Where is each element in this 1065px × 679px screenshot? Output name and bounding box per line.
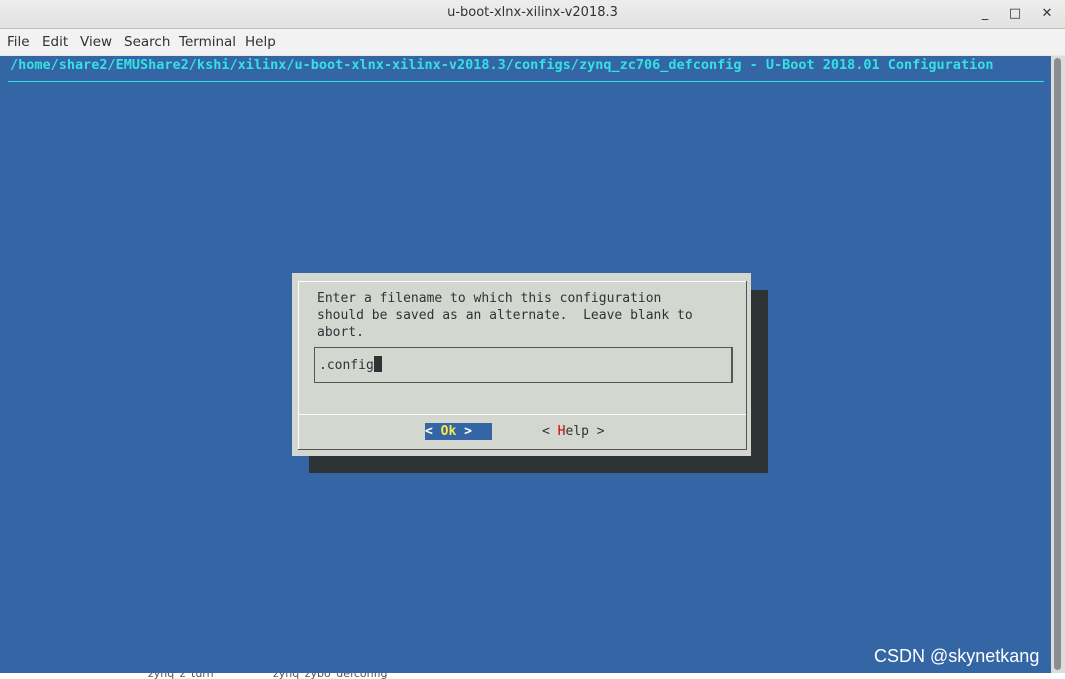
help-open: < bbox=[542, 424, 558, 439]
help-rest: elp bbox=[565, 424, 589, 439]
menu-terminal[interactable]: Terminal bbox=[179, 34, 236, 50]
dialog-frame-top bbox=[298, 281, 746, 282]
minimize-button[interactable]: _ bbox=[974, 4, 996, 24]
menu-edit[interactable]: Edit bbox=[42, 34, 68, 50]
menu-help[interactable]: Help bbox=[245, 34, 276, 50]
terminal-console[interactable]: /home/share2/EMUShare2/kshi/xilinx/u-boo… bbox=[0, 56, 1051, 673]
save-dialog: Enter a filename to which this configura… bbox=[292, 273, 751, 456]
menu-search[interactable]: Search bbox=[124, 34, 170, 50]
bottom-strip: zynq_z_turn zynq_zybo_defconfig bbox=[0, 673, 1065, 679]
menu-file[interactable]: File bbox=[7, 34, 30, 50]
window-titlebar: u-boot-xlnx-xilinx-v2018.3 _ □ ✕ bbox=[0, 0, 1065, 29]
menu-view[interactable]: View bbox=[80, 34, 112, 50]
filename-value: .config bbox=[319, 358, 374, 373]
ok-open: < bbox=[425, 424, 441, 439]
ok-label: Ok bbox=[440, 424, 457, 439]
dialog-frame-right bbox=[746, 281, 747, 449]
maximize-button[interactable]: □ bbox=[1004, 4, 1026, 24]
help-close: > bbox=[588, 424, 605, 439]
help-button[interactable]: < Help > bbox=[542, 423, 605, 440]
scrollbar-thumb[interactable] bbox=[1054, 58, 1061, 670]
filename-input[interactable]: .config bbox=[314, 347, 733, 383]
window-title: u-boot-xlnx-xilinx-v2018.3 bbox=[447, 5, 618, 20]
ok-button[interactable]: < Ok > bbox=[425, 423, 492, 440]
watermark: CSDN @skynetkang bbox=[874, 646, 1040, 666]
text-cursor bbox=[373, 356, 382, 372]
close-button[interactable]: ✕ bbox=[1036, 4, 1058, 24]
ok-close: > bbox=[456, 424, 472, 439]
menu-bar: File Edit View Search Terminal Help bbox=[0, 29, 1065, 55]
header-divider bbox=[8, 81, 1044, 82]
dialog-frame-left bbox=[298, 281, 299, 449]
bottom-file-1: zynq_z_turn bbox=[148, 673, 214, 679]
config-header: /home/share2/EMUShare2/kshi/xilinx/u-boo… bbox=[10, 57, 994, 73]
filename-input-text: .config bbox=[319, 356, 382, 373]
bottom-file-2: zynq_zybo_defconfig bbox=[273, 673, 388, 679]
dialog-prompt: Enter a filename to which this configura… bbox=[317, 291, 693, 340]
button-separator bbox=[299, 414, 746, 415]
dialog-frame-bottom bbox=[298, 449, 747, 450]
